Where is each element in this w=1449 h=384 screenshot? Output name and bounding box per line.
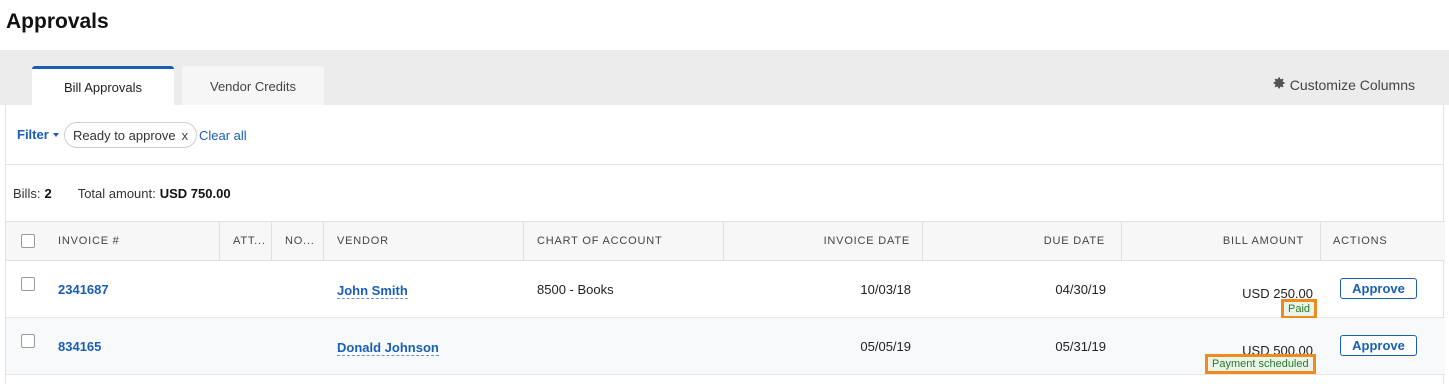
column-bill-amount[interactable]: BILL AMOUNT bbox=[1122, 222, 1321, 260]
table-header: INVOICE # ATT... NO... VENDOR CHART OF A… bbox=[6, 221, 1445, 261]
invoice-number-link[interactable]: 2341687 bbox=[58, 282, 109, 297]
filter-bar: Filter Ready to approve x Clear all bbox=[6, 105, 1443, 165]
gear-icon bbox=[1272, 76, 1286, 93]
clear-all-link[interactable]: Clear all bbox=[199, 128, 247, 143]
due-date: 04/30/19 bbox=[1055, 282, 1106, 297]
column-attachments[interactable]: ATT... bbox=[220, 222, 272, 260]
page-title: Approvals bbox=[6, 10, 109, 33]
column-invoice-date[interactable]: INVOICE DATE bbox=[724, 222, 923, 260]
filter-chip-label: Ready to approve bbox=[73, 127, 176, 143]
row-checkbox[interactable] bbox=[21, 334, 35, 348]
column-chart-of-account[interactable]: CHART OF ACCOUNT bbox=[524, 222, 724, 260]
status-badge: Paid bbox=[1281, 299, 1318, 319]
row-checkbox[interactable] bbox=[21, 277, 35, 291]
total-amount-label: Total amount: bbox=[77, 186, 156, 201]
column-notes[interactable]: NO... bbox=[272, 222, 324, 260]
total-amount-value: USD 750.00 bbox=[159, 186, 231, 201]
column-invoice-number[interactable]: INVOICE # bbox=[44, 222, 220, 260]
approve-button[interactable]: Approve bbox=[1340, 278, 1417, 299]
filter-chip-ready-to-approve: Ready to approve x bbox=[64, 122, 198, 148]
table-row[interactable]: 2341687 John Smith 8500 - Books 10/03/18… bbox=[6, 261, 1445, 319]
tab-bar: Bill Approvals Vendor Credits Customize … bbox=[0, 50, 1449, 105]
approve-button[interactable]: Approve bbox=[1340, 335, 1417, 356]
customize-columns-label: Customize Columns bbox=[1289, 76, 1415, 93]
column-actions: ACTIONS bbox=[1333, 235, 1388, 247]
bills-table: INVOICE # ATT... NO... VENDOR CHART OF A… bbox=[6, 221, 1445, 375]
vendor-link[interactable]: John Smith bbox=[337, 283, 408, 299]
bills-summary: Bills: 2 Total amount: USD 750.00 bbox=[13, 186, 231, 201]
bills-count-value: 2 bbox=[44, 186, 52, 201]
caret-down-icon bbox=[52, 132, 59, 137]
invoice-number-link[interactable]: 834165 bbox=[58, 339, 101, 354]
select-all-checkbox[interactable] bbox=[21, 234, 35, 248]
invoice-date: 05/05/19 bbox=[860, 339, 911, 354]
due-date: 05/31/19 bbox=[1055, 339, 1106, 354]
column-vendor[interactable]: VENDOR bbox=[324, 222, 524, 260]
column-due-date[interactable]: DUE DATE bbox=[923, 222, 1122, 260]
customize-columns-button[interactable]: Customize Columns bbox=[1272, 76, 1415, 93]
vendor-link[interactable]: Donald Johnson bbox=[337, 340, 439, 356]
tab-vendor-credits[interactable]: Vendor Credits bbox=[182, 66, 324, 105]
filter-label: Filter bbox=[17, 127, 49, 142]
chart-of-account: 8500 - Books bbox=[537, 282, 614, 297]
invoice-date: 10/03/18 bbox=[860, 282, 911, 297]
bills-panel: Filter Ready to approve x Clear all Bill… bbox=[5, 105, 1445, 384]
vendor-name[interactable]: John Smith bbox=[337, 283, 408, 299]
tab-bill-approvals[interactable]: Bill Approvals bbox=[32, 66, 174, 105]
filter-dropdown[interactable]: Filter bbox=[17, 127, 59, 142]
table-row[interactable]: 834165 Donald Johnson 05/05/19 05/31/19 … bbox=[6, 318, 1445, 375]
status-badge: Payment scheduled bbox=[1205, 354, 1316, 374]
remove-filter-icon[interactable]: x bbox=[182, 128, 189, 143]
vendor-name[interactable]: Donald Johnson bbox=[337, 340, 439, 356]
bills-count-label: Bills: bbox=[13, 186, 41, 201]
